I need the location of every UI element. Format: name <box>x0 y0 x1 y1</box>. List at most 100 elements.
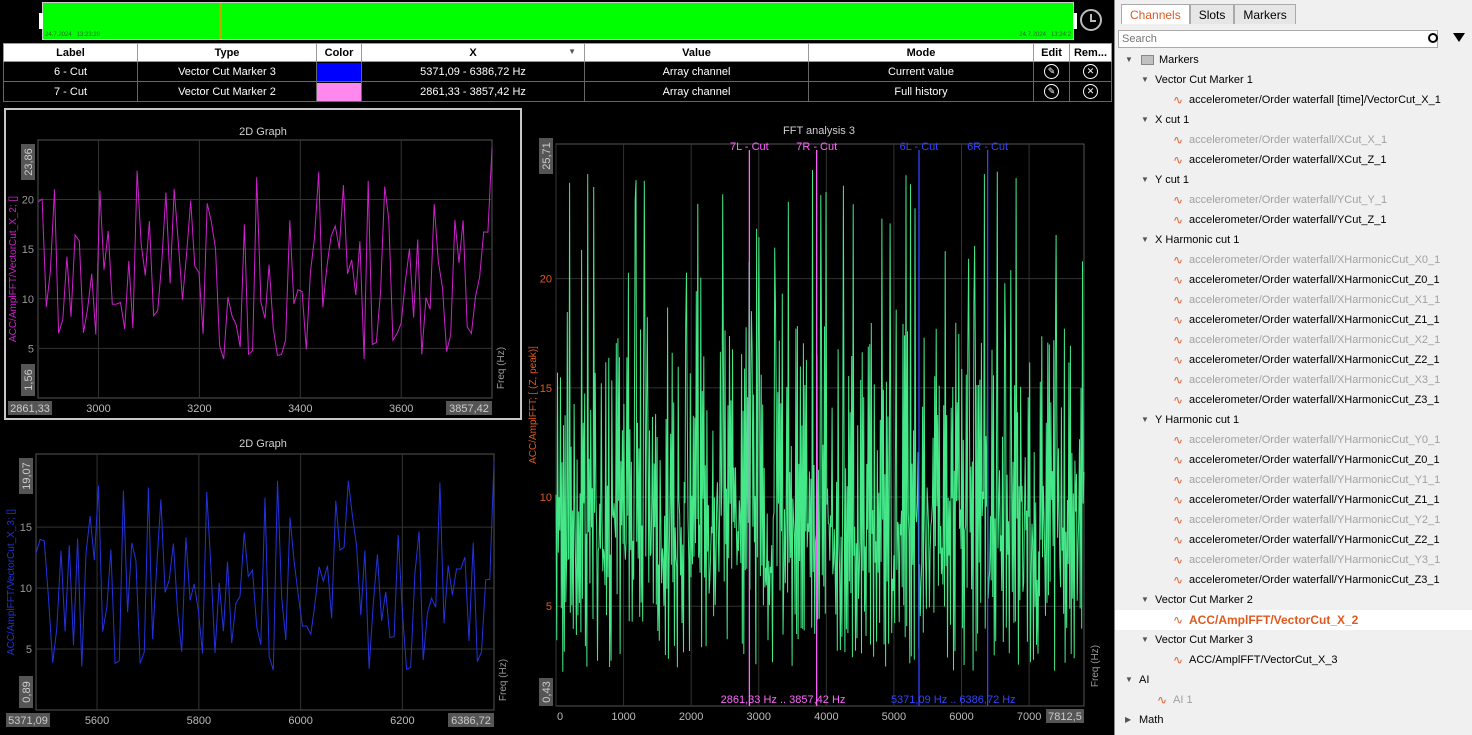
tree-channel-item[interactable]: ∿ accelerometer/Order waterfall/XHarmonic… <box>1115 350 1472 370</box>
expand-down-icon[interactable]: ▼ <box>1141 410 1149 430</box>
tree-group-item[interactable]: ▼ Markers <box>1115 50 1472 70</box>
col-header-edit[interactable]: Edit <box>1033 43 1070 62</box>
tree-channel-item[interactable]: ∿ AI 1 <box>1115 690 1472 710</box>
tree-channel-item[interactable]: ∿ accelerometer/Order waterfall/XHarmonic… <box>1115 330 1472 350</box>
tree-group-item[interactable]: ▼ Y Harmonic cut 1 <box>1115 410 1472 430</box>
tree-group-item[interactable]: ▶ Math <box>1115 710 1472 730</box>
col-header-label[interactable]: Label <box>3 43 138 62</box>
expand-right-icon[interactable]: ▶ <box>1125 710 1131 730</box>
tree-channel-item[interactable]: ∿ accelerometer/Order waterfall/YHarmonic… <box>1115 490 1472 510</box>
tab-markers[interactable]: Markers <box>1234 4 1296 24</box>
expand-down-icon[interactable]: ▼ <box>1141 110 1149 130</box>
tree-channel-item[interactable]: ∿ accelerometer/Order waterfall/XCut_Z_1 <box>1115 150 1472 170</box>
graph-vectorcut-x3[interactable]: 2D Graph 5 10 15 5600 5800 6000 6200 5371,09 638… <box>4 422 522 732</box>
marker-value[interactable]: Array channel <box>584 61 809 82</box>
marker-color-swatch[interactable] <box>317 62 361 81</box>
tree-channel-item[interactable]: ∿ accelerometer/Order waterfall/YHarmonic… <box>1115 530 1472 550</box>
filter-icon[interactable] <box>1453 33 1465 42</box>
tree-channel-item[interactable]: ∿ accelerometer/Order waterfall [time]/Ve… <box>1115 90 1472 110</box>
tree-group-item[interactable]: ▼ Y cut 1 <box>1115 170 1472 190</box>
marker-value[interactable]: Array channel <box>584 81 809 102</box>
tree-channel-item[interactable]: ∿ accelerometer/Order waterfall/XHarmonic… <box>1115 250 1472 270</box>
tab-channels[interactable]: Channels <box>1121 4 1190 24</box>
col-header-value[interactable]: Value <box>584 43 809 62</box>
fft-plot[interactable]: 5 10 15 20 0 1000 2000 3000 4000 5000 6000 7000 25,7… <box>524 122 1114 734</box>
tree-group-item[interactable]: ▼ AI <box>1115 670 1472 690</box>
expand-down-icon[interactable]: ▼ <box>1141 590 1149 610</box>
graph-vectorcut-x2[interactable]: 2D Graph 5 10 15 20 3000 3200 3400 3600 2861,33 3… <box>4 108 522 420</box>
marker-label[interactable]: 7 - Cut <box>3 81 138 102</box>
graph1-plot[interactable]: 5 10 15 20 3000 3200 3400 3600 2861,33 3857,42 23,… <box>6 110 520 418</box>
marker-mode[interactable]: Current value <box>808 61 1034 82</box>
tree-item-label: AI 1 <box>1173 694 1193 706</box>
tree-channel-item[interactable]: ∿ accelerometer/Order waterfall/XHarmonic… <box>1115 290 1472 310</box>
y-tick-label: 5 <box>546 601 552 613</box>
tree-channel-item[interactable]: ∿ accelerometer/Order waterfall/YHarmonic… <box>1115 430 1472 450</box>
tree-channel-item[interactable]: ∿ ACC/AmplFFT/VectorCut_X_3 <box>1115 650 1472 670</box>
fft-analysis-graph[interactable]: FFT analysis 3 5 10 15 20 0 1000 2000 3000 4000 5… <box>524 122 1114 734</box>
marker-color-cell[interactable] <box>316 61 362 82</box>
axis-limit-label: 5371,09 <box>6 713 50 727</box>
x-tick-label: 3400 <box>288 403 312 415</box>
expand-down-icon[interactable]: ▼ <box>1141 230 1149 250</box>
marker-color-cell[interactable] <box>316 81 362 102</box>
marker-mode[interactable]: Full history <box>808 81 1034 102</box>
graph2-plot[interactable]: 5 10 15 5600 5800 6000 6200 5371,09 6386,72 19,07… <box>4 422 522 732</box>
col-header-x[interactable]: X ▼ <box>361 43 585 62</box>
tree-channel-item[interactable]: ∿ accelerometer/Order waterfall/YHarmonic… <box>1115 450 1472 470</box>
remove-x-icon[interactable]: ✕ <box>1083 84 1098 99</box>
tree-item-label: AI <box>1139 674 1150 686</box>
timeline-overview[interactable]: 24.7.2024 13:23:28 24.7.2024 13:24:2 <box>39 2 1077 40</box>
tree-channel-item[interactable]: ∿ accelerometer/Order waterfall/YCut_Z_1 <box>1115 210 1472 230</box>
col-header-color[interactable]: Color <box>316 43 362 62</box>
tree-channel-item[interactable]: ∿ accelerometer/Order waterfall/YHarmonic… <box>1115 470 1472 490</box>
tree-channel-item[interactable]: ∿ accelerometer/Order waterfall/XCut_X_1 <box>1115 130 1472 150</box>
edit-pencil-icon[interactable]: ✎ <box>1044 84 1059 99</box>
marker-type[interactable]: Vector Cut Marker 2 <box>137 81 317 102</box>
expand-down-icon[interactable]: ▼ <box>1125 50 1133 70</box>
timeline-right-handle[interactable] <box>1073 13 1077 29</box>
marker-row[interactable]: 6 - Cut Vector Cut Marker 3 5371,09 - 6386… <box>3 61 1112 82</box>
x-tick-label: 6000 <box>949 711 973 723</box>
tree-channel-item[interactable]: ∿ accelerometer/Order waterfall/XHarmonic… <box>1115 370 1472 390</box>
tree-channel-item[interactable]: ∿ ACC/AmplFFT/VectorCut_X_2 <box>1115 610 1472 630</box>
folder-icon <box>1141 55 1154 65</box>
timeline-cursor[interactable] <box>219 3 222 39</box>
expand-down-icon[interactable]: ▼ <box>1141 70 1149 90</box>
col-header-remove[interactable]: Rem... <box>1069 43 1112 62</box>
marker-type[interactable]: Vector Cut Marker 3 <box>137 61 317 82</box>
timeline-left-handle[interactable] <box>39 13 43 29</box>
marker-row[interactable]: 7 - Cut Vector Cut Marker 2 2861,33 - 3857… <box>3 81 1112 102</box>
marker-x-range[interactable]: 2861,33 - 3857,42 Hz <box>361 81 585 102</box>
col-header-mode[interactable]: Mode <box>808 43 1034 62</box>
tree-channel-item[interactable]: ∿ accelerometer/Order waterfall/XHarmonic… <box>1115 310 1472 330</box>
tree-group-item[interactable]: ▼ Vector Cut Marker 1 <box>1115 70 1472 90</box>
tree-channel-item[interactable]: ∿ accelerometer/Order waterfall/XHarmonic… <box>1115 390 1472 410</box>
tree-channel-item[interactable]: ∿ accelerometer/Order waterfall/YHarmonic… <box>1115 550 1472 570</box>
remove-x-icon[interactable]: ✕ <box>1083 64 1098 79</box>
tree-group-item[interactable]: ▼ Vector Cut Marker 3 <box>1115 630 1472 650</box>
search-icon[interactable] <box>1428 33 1438 43</box>
tree-group-item[interactable]: ▼ X cut 1 <box>1115 110 1472 130</box>
tree-channel-item[interactable]: ∿ accelerometer/Order waterfall/YCut_Y_1 <box>1115 190 1472 210</box>
marker-x-range[interactable]: 5371,09 - 6386,72 Hz <box>361 61 585 82</box>
tree-channel-item[interactable]: ∿ accelerometer/Order waterfall/XHarmonic… <box>1115 270 1472 290</box>
y-axis-label: ACC/AmplFFT; [ (Z, peak)] <box>528 346 539 464</box>
marker-color-swatch[interactable] <box>317 82 361 101</box>
expand-down-icon[interactable]: ▼ <box>1141 630 1149 650</box>
tree-channel-item[interactable]: ∿ accelerometer/Order waterfall/YHarmonic… <box>1115 510 1472 530</box>
clock-icon[interactable] <box>1080 9 1102 31</box>
search-input[interactable] <box>1118 30 1438 48</box>
tree-group-item[interactable]: ▼ X Harmonic cut 1 <box>1115 230 1472 250</box>
channel-wave-icon: ∿ <box>1173 453 1184 467</box>
tree-group-item[interactable]: ▼ Vector Cut Marker 2 <box>1115 590 1472 610</box>
svg-text:19,07: 19,07 <box>21 462 33 490</box>
edit-pencil-icon[interactable]: ✎ <box>1044 64 1059 79</box>
channel-wave-icon: ∿ <box>1173 193 1184 207</box>
marker-label[interactable]: 6 - Cut <box>3 61 138 82</box>
col-header-type[interactable]: Type <box>137 43 317 62</box>
tab-slots[interactable]: Slots <box>1189 4 1235 24</box>
expand-down-icon[interactable]: ▼ <box>1141 170 1149 190</box>
expand-down-icon[interactable]: ▼ <box>1125 670 1133 690</box>
tree-channel-item[interactable]: ∿ accelerometer/Order waterfall/YHarmonic… <box>1115 570 1472 590</box>
